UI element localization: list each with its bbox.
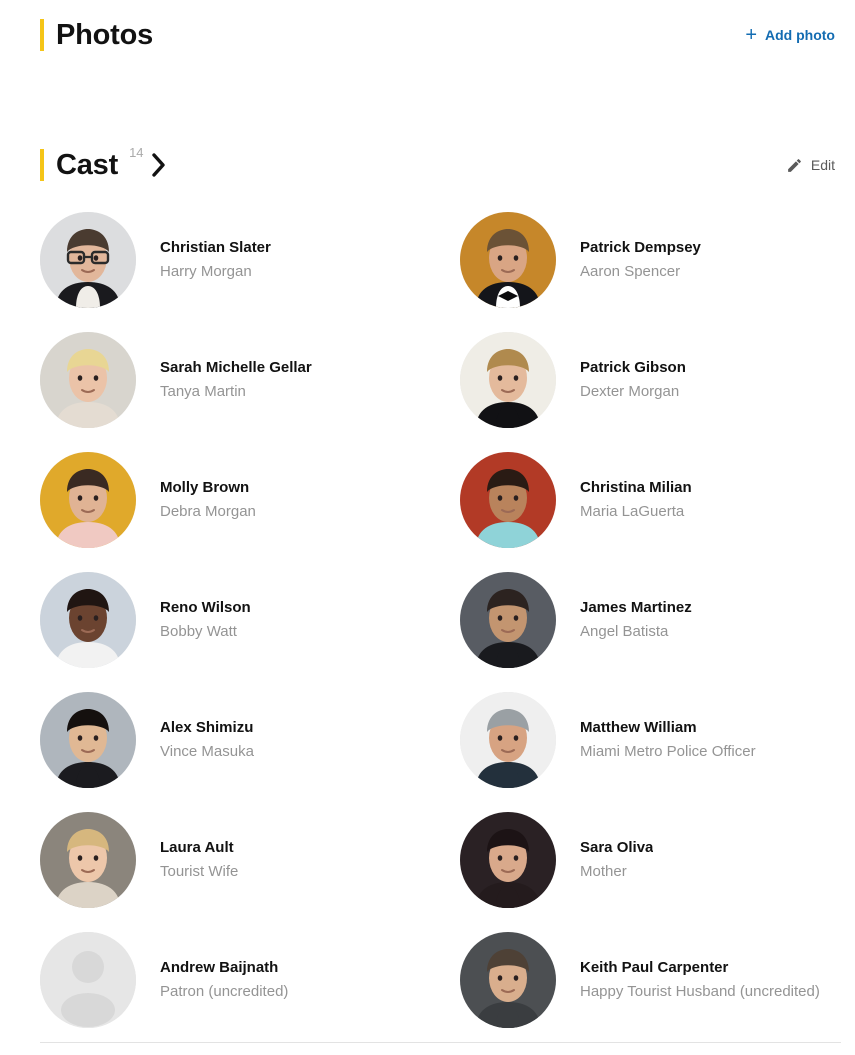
cast-text-block: Andrew Baijnath Patron (uncredited) [160,958,288,1002]
cast-member-role: Angel Batista [580,623,669,640]
edit-label: Edit [810,157,835,173]
cast-text-block: Christian Slater Harry Morgan [160,238,271,282]
cast-title: Cast [56,149,119,181]
cast-member-role: Harry Morgan [160,263,252,280]
pencil-icon [786,157,803,174]
cast-text-block: Matthew William Miami Metro Police Office… [580,718,756,762]
plus-icon: + [745,24,758,46]
cast-member-role: Debra Morgan [160,503,256,520]
cast-member-name[interactable]: Sarah Michelle Gellar [160,358,312,378]
cast-member-name[interactable]: James Martinez [580,598,692,618]
photo-avatar[interactable] [40,212,136,308]
photos-title-group: Photos [40,18,153,52]
cast-member-name[interactable]: Sara Oliva [580,838,653,858]
add-photo-label: Add photo [765,27,835,43]
photo-avatar[interactable] [460,932,556,1028]
chevron-right-icon[interactable] [151,153,167,177]
cast-list-item[interactable]: Laura Ault Tourist Wife [40,800,460,920]
cast-member-role: Tanya Martin [160,383,246,400]
photo-avatar[interactable] [460,572,556,668]
cast-section-header: Cast 14 Edit [0,145,855,182]
cast-member-role: Vince Masuka [160,743,254,760]
cast-member-role: Tourist Wife [160,863,239,880]
cast-text-block: Reno Wilson Bobby Watt [160,598,251,642]
cast-list-item[interactable]: Alex Shimizu Vince Masuka [40,680,460,800]
cast-text-block: Alex Shimizu Vince Masuka [160,718,254,762]
cast-grid: Christian Slater Harry Morgan Patrick Dem… [0,200,855,1040]
cast-list-item[interactable]: Andrew Baijnath Patron (uncredited) [40,920,460,1040]
section-divider [40,1042,841,1043]
cast-list-item[interactable]: Christian Slater Harry Morgan [40,200,460,320]
cast-member-name[interactable]: Reno Wilson [160,598,251,618]
yellow-accent-bar [40,19,44,51]
page-title: Photos [56,19,154,51]
cast-page: Photos + Add photo Cast 14 Edit Christia… [0,0,855,1055]
cast-list-item[interactable]: James Martinez Angel Batista [460,560,845,680]
cast-member-role: Happy Tourist Husband (uncredited) [580,983,820,1000]
cast-member-role: Maria LaGuerta [580,503,685,520]
cast-list-item[interactable]: Keith Paul Carpenter Happy Tourist Husban… [460,920,845,1040]
cast-list-item[interactable]: Christina Milian Maria LaGuerta [460,440,845,560]
photo-avatar[interactable] [460,692,556,788]
cast-text-block: Sarah Michelle Gellar Tanya Martin [160,358,312,402]
cast-text-block: Laura Ault Tourist Wife [160,838,238,882]
cast-member-name[interactable]: Andrew Baijnath [160,958,288,978]
photo-avatar[interactable] [40,332,136,428]
cast-text-block: Sara Oliva Mother [580,838,653,882]
edit-cast-button[interactable]: Edit [780,153,841,178]
photo-avatar[interactable] [40,572,136,668]
yellow-accent-bar [40,149,44,181]
cast-text-block: Patrick Dempsey Aaron Spencer [580,238,701,282]
cast-member-role: Bobby Watt [160,623,237,640]
cast-member-name[interactable]: Christian Slater [160,238,271,258]
cast-text-block: Keith Paul Carpenter Happy Tourist Husban… [580,958,820,1002]
cast-list-item[interactable]: Sara Oliva Mother [460,800,845,920]
add-photo-button[interactable]: + Add photo [739,23,841,47]
photos-section-header: Photos + Add photo [0,0,855,52]
cast-member-name[interactable]: Alex Shimizu [160,718,254,738]
cast-count-badge: 14 [129,145,144,160]
photo-avatar[interactable] [460,812,556,908]
cast-list-item[interactable]: Reno Wilson Bobby Watt [40,560,460,680]
photo-avatar[interactable] [40,812,136,908]
cast-member-name[interactable]: Keith Paul Carpenter [580,958,820,978]
photo-avatar[interactable] [460,452,556,548]
cast-list-item[interactable]: Molly Brown Debra Morgan [40,440,460,560]
cast-member-role: Patron (uncredited) [160,983,289,1000]
cast-text-block: James Martinez Angel Batista [580,598,692,642]
cast-section: Cast 14 Edit Christian Slater Harry Morg… [0,145,855,1040]
cast-member-role: Aaron Spencer [580,263,681,280]
cast-text-block: Christina Milian Maria LaGuerta [580,478,692,522]
placeholder-person-avatar[interactable] [40,932,136,1028]
cast-member-name[interactable]: Matthew William [580,718,756,738]
cast-list-item[interactable]: Matthew William Miami Metro Police Office… [460,680,845,800]
cast-text-block: Patrick Gibson Dexter Morgan [580,358,686,402]
photo-avatar[interactable] [460,212,556,308]
cast-text-block: Molly Brown Debra Morgan [160,478,256,522]
photo-avatar[interactable] [40,452,136,548]
cast-list-item[interactable]: Patrick Gibson Dexter Morgan [460,320,845,440]
photos-empty-body [0,52,855,140]
cast-member-name[interactable]: Molly Brown [160,478,256,498]
cast-list-item[interactable]: Patrick Dempsey Aaron Spencer [460,200,845,320]
cast-member-role: Mother [580,863,627,880]
cast-member-role: Miami Metro Police Officer [580,743,756,760]
photo-avatar[interactable] [40,692,136,788]
cast-list-item[interactable]: Sarah Michelle Gellar Tanya Martin [40,320,460,440]
cast-title-group[interactable]: Cast 14 [40,145,167,182]
cast-member-name[interactable]: Patrick Dempsey [580,238,701,258]
photo-avatar[interactable] [460,332,556,428]
cast-member-name[interactable]: Christina Milian [580,478,692,498]
cast-member-name[interactable]: Laura Ault [160,838,238,858]
cast-member-role: Dexter Morgan [580,383,680,400]
cast-member-name[interactable]: Patrick Gibson [580,358,686,378]
